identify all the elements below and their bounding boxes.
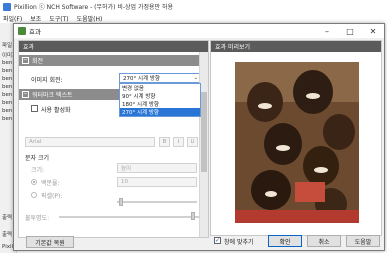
percent-input[interactable]: 10 <box>117 177 197 187</box>
cancel-button[interactable]: 취소 <box>307 235 341 247</box>
preview-panel: 효과 미리보기 <box>210 40 382 236</box>
size-label: 크기: <box>31 167 45 174</box>
side-label: ben <box>2 116 13 122</box>
minimize-icon[interactable]: – <box>316 24 338 38</box>
effects-scrollbar-thumb[interactable] <box>201 92 207 172</box>
font-value: Arial <box>29 139 42 145</box>
side-label: 출력 <box>2 215 13 221</box>
enable-watermark-checkbox[interactable] <box>31 105 38 112</box>
pixel-slider-thumb[interactable] <box>119 198 123 206</box>
effects-dialog: 효과 – □ ✕ 효과 − 회전 이미지 회전: 270° 시계 방향 ⌄ − … <box>13 23 385 251</box>
size-mode-value: 높이 <box>121 166 132 172</box>
opacity-label: 불투명도: <box>25 215 50 222</box>
menu-help[interactable]: 도움말(H) <box>77 14 103 23</box>
menu-view[interactable]: 보조 <box>30 14 41 23</box>
effects-panel-header: 효과 <box>19 41 208 52</box>
side-label: ben <box>2 60 13 66</box>
fit-to-window-label: 창에 맞추기 <box>224 239 254 246</box>
help-button[interactable]: 도움말 <box>346 235 380 247</box>
app-icon <box>3 2 11 11</box>
main-window-title: Pixillion ⓒ NCH Software - (무허가) 비-상업 가정… <box>14 4 173 11</box>
rotate-option[interactable]: 변경 없음 <box>120 84 200 92</box>
fit-to-window-checkbox[interactable]: ✓ <box>214 237 221 244</box>
chevron-down-icon: ⌄ <box>193 75 198 81</box>
side-label: ben <box>2 108 13 114</box>
dialog-titlebar: 효과 – □ ✕ <box>14 24 384 38</box>
rotate-select[interactable]: 270° 시계 방향 ⌄ <box>119 73 201 83</box>
preview-photo <box>235 62 359 223</box>
side-label: ben <box>2 76 13 82</box>
opacity-slider-track <box>59 216 199 218</box>
watermark-section-label: 워터마크 텍스트 <box>32 92 73 99</box>
rotate-dropdown-list: 변경 없음 90° 시계 방향 180° 시계 방향 270° 시계 방향 <box>119 83 201 117</box>
reset-defaults-button[interactable]: 기본값 복원 <box>26 236 74 248</box>
rotate-selected-value: 270° 시계 방향 <box>123 76 160 82</box>
rotate-option-selected[interactable]: 270° 시계 방향 <box>120 108 200 116</box>
ok-button[interactable]: 확인 <box>268 235 302 247</box>
preview-header: 효과 미리보기 <box>211 41 381 52</box>
pixel-label: 픽셀(P): <box>41 193 63 200</box>
percent-label: 백분율: <box>41 180 60 187</box>
main-menubar: 파일(F) 보조 도구(T) 도움말(H) <box>0 13 387 23</box>
font-select[interactable]: Arial <box>25 137 155 147</box>
rotate-section-label: 회전 <box>32 58 44 65</box>
pixel-slider-track <box>117 201 197 203</box>
close-icon[interactable]: ✕ <box>362 24 384 38</box>
side-label: 출력 <box>2 232 13 238</box>
font-size-label: 문자 크기 <box>25 155 49 162</box>
rotate-section-header[interactable]: − 회전 <box>19 55 199 66</box>
side-label: ben <box>2 68 13 74</box>
effects-panel: 효과 − 회전 이미지 회전: 270° 시계 방향 ⌄ − 워터마크 텍스트 … <box>18 40 209 238</box>
menu-tools[interactable]: 도구(T) <box>49 14 68 23</box>
percent-value: 10 <box>121 179 128 185</box>
pixel-radio[interactable] <box>31 192 37 198</box>
side-label: ben <box>2 100 13 106</box>
effects-scrollbar[interactable] <box>199 52 208 237</box>
dialog-title: 효과 <box>29 28 41 36</box>
collapse-icon: − <box>22 91 29 98</box>
bold-button[interactable]: B <box>159 137 170 147</box>
size-mode-select[interactable]: 높이 <box>117 163 197 173</box>
italic-button[interactable]: I <box>173 137 184 147</box>
main-titlebar: Pixillion ⓒ NCH Software - (무허가) 비-상업 가정… <box>0 0 387 13</box>
opacity-slider-thumb[interactable] <box>191 212 195 220</box>
side-label: ben <box>2 84 13 90</box>
side-label: ben <box>2 92 13 98</box>
maximize-icon[interactable]: □ <box>339 24 361 38</box>
collapse-icon: − <box>22 57 29 64</box>
image-rotate-label: 이미지 회전: <box>31 77 63 84</box>
rotate-option[interactable]: 90° 시계 방향 <box>120 92 200 100</box>
enable-watermark-label: 사용 활성화 <box>41 107 71 114</box>
underline-button[interactable]: U <box>187 137 198 147</box>
rotate-option[interactable]: 180° 시계 방향 <box>120 100 200 108</box>
effects-icon <box>18 27 26 35</box>
side-label: 파일 <box>2 43 13 49</box>
percent-radio[interactable] <box>31 179 37 185</box>
menu-file[interactable]: 파일(F) <box>3 14 22 23</box>
